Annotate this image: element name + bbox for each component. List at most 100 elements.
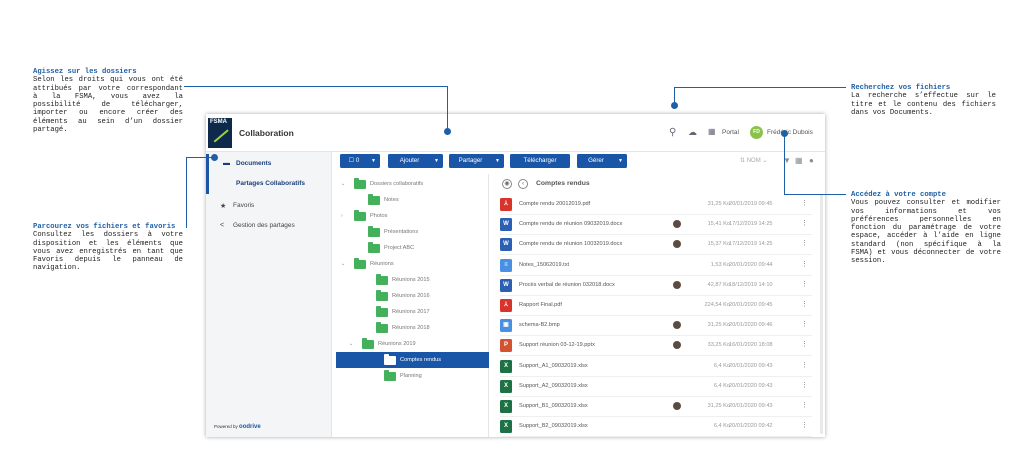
annotation-title: Parcourez vos fichiers et favoris xyxy=(33,223,176,231)
file-row[interactable]: X Support_B2_09032019.xlsx 6,4 Ko 20/01/202… xyxy=(500,416,812,437)
file-row[interactable]: X Support_B1_09032019.xlsx 31,25 Ko 20/01/2… xyxy=(500,396,812,417)
tree-item-label: Dossiers collaboratifs xyxy=(370,181,424,187)
search-icon[interactable]: ⚲ xyxy=(669,127,676,138)
more-options-icon[interactable]: ⋮ xyxy=(801,361,808,369)
file-size: 31,25 Ko xyxy=(707,322,730,329)
more-options-icon[interactable]: ⋮ xyxy=(801,401,808,409)
more-options-icon[interactable]: ⋮ xyxy=(801,280,808,288)
file-date: 20/01/2020 09:43 xyxy=(729,382,773,389)
file-name[interactable]: Compte rendu de réunion 10032019.docx xyxy=(519,241,622,247)
tree-item[interactable]: ⌄ Réunions 2019 xyxy=(336,336,489,352)
file-name[interactable]: Support_A2_09032019.xlsx xyxy=(519,383,588,389)
tree-item[interactable]: ⌄ Dossiers collaboratifs xyxy=(336,176,489,192)
file-row[interactable]: X Support_A2_09032019.xlsx 6,4 Ko 20/01/202… xyxy=(500,376,812,397)
file-date: 16/01/2020 18:08 xyxy=(729,342,773,349)
star-icon: ★ xyxy=(220,203,227,210)
manage-button[interactable]: Gérer ▼ xyxy=(577,154,627,168)
chevron-icon[interactable]: › xyxy=(341,213,343,219)
avatar[interactable]: FD xyxy=(750,126,763,139)
callout-dot xyxy=(671,102,678,109)
tree-item[interactable]: Planning xyxy=(336,368,489,384)
tree-item[interactable]: Réunions 2018 xyxy=(336,320,489,336)
tree-item[interactable]: Réunions 2016 xyxy=(336,288,489,304)
file-row[interactable]: W Procès verbal de réunion 032018.docx 42,… xyxy=(500,275,812,296)
sidebar-item-favoris[interactable]: ★ Favoris xyxy=(206,196,332,216)
more-options-icon[interactable]: ⋮ xyxy=(801,340,808,348)
more-options-icon[interactable]: ⋮ xyxy=(801,300,808,308)
select-all-button[interactable]: ☐ 0 ▼ xyxy=(340,154,380,168)
pdf-file-icon: ⅄ xyxy=(500,198,512,211)
file-row[interactable]: ⅄ Compte rendu 20012019.pdf 31,25 Ko 20/01/… xyxy=(500,194,812,215)
callout-line xyxy=(447,86,448,130)
share-button[interactable]: Partager ▼ xyxy=(449,154,504,168)
file-row[interactable]: W Compte rendu de réunion 10032019.docx 15… xyxy=(500,234,812,256)
portal-link[interactable]: Portal xyxy=(722,129,739,136)
sort-selector[interactable]: ⇅ NOM ⌄ xyxy=(740,157,767,164)
chevron-icon[interactable]: ⌄ xyxy=(341,261,345,267)
file-name[interactable]: Support_A1_09032019.xlsx xyxy=(519,363,588,369)
folder-icon xyxy=(354,210,366,221)
sidebar-item-documents[interactable]: ▬ Documents xyxy=(206,154,332,174)
file-size: 15,41 Ko xyxy=(707,221,730,228)
annotation-body: Consultez les dossiers à votre dispositi… xyxy=(33,231,183,273)
back-icon[interactable]: ‹ xyxy=(518,179,528,189)
more-options-icon[interactable]: ⋮ xyxy=(801,219,808,227)
more-options-icon[interactable]: ⋮ xyxy=(801,421,808,429)
callout-line xyxy=(674,87,675,103)
file-name[interactable]: Compte rendu de réunion 09032019.docx xyxy=(519,221,622,227)
grid-view-icon[interactable]: ▦ xyxy=(795,156,803,165)
file-row[interactable]: ▣ schema-B2.bmp 31,25 Ko 20/01/2020 09:46 ⋮ xyxy=(500,315,812,337)
tree-item[interactable]: Comptes rendus xyxy=(336,352,489,368)
annotation-title: Recherchez vos fichiers xyxy=(851,84,951,92)
owner-avatar xyxy=(673,220,681,229)
file-name[interactable]: Compte rendu 20012019.pdf xyxy=(519,201,590,207)
tree-item-label: Réunions 2018 xyxy=(392,325,430,331)
tree-item[interactable]: Project ABC xyxy=(336,240,489,256)
more-options-icon[interactable]: ⋮ xyxy=(801,381,808,389)
tree-item[interactable]: Réunions 2015 xyxy=(336,272,489,288)
more-options-icon[interactable]: ⋮ xyxy=(801,239,808,247)
file-name[interactable]: schema-B2.bmp xyxy=(519,322,560,328)
file-row[interactable]: X Support_A1_09032019.xlsx 6,4 Ko 20/01/202… xyxy=(500,356,812,377)
annotation-body: Vous pouvez consulter et modifier vos in… xyxy=(851,199,1001,266)
apps-grid-icon[interactable]: ▦ xyxy=(708,127,716,136)
file-name[interactable]: Support réunion 03-12-19.pptx xyxy=(519,342,595,348)
more-options-icon[interactable]: ⋮ xyxy=(801,199,808,207)
tree-item[interactable]: Notes xyxy=(336,192,489,208)
powered-by: Powered by oodrive xyxy=(214,424,261,430)
chevron-icon[interactable]: ⌄ xyxy=(341,181,345,187)
more-options-icon[interactable]: ⋮ xyxy=(801,320,808,328)
download-button[interactable]: Télécharger xyxy=(510,154,570,168)
file-row[interactable]: ⅄ Rapport Final.pdf 224,54 Ko 20/01/2020 09… xyxy=(500,295,812,316)
file-row[interactable]: P Support réunion 03-12-19.pptx 33,25 Ko 16… xyxy=(500,335,812,357)
cloud-upload-icon[interactable]: ☁ xyxy=(688,127,697,138)
chevron-icon[interactable]: ⌄ xyxy=(349,341,353,347)
scrollbar[interactable] xyxy=(820,194,823,434)
info-icon[interactable]: ● xyxy=(809,156,814,165)
more-options-icon[interactable]: ⋮ xyxy=(801,260,808,268)
chevron-down-icon: ▼ xyxy=(434,158,439,164)
file-size: 6,4 Ko xyxy=(713,423,730,430)
file-row[interactable]: W Compte rendu de réunion 09032019.docx 15… xyxy=(500,214,812,236)
sidebar-item-partages[interactable]: Partages Collaboratifs xyxy=(206,174,332,194)
file-name[interactable]: Notes_15062019.txt xyxy=(519,262,569,268)
file-row[interactable]: ≡ Notes_15062019.txt 1,53 Ko 20/01/2020 09:… xyxy=(500,255,812,276)
file-name[interactable]: Procès verbal de réunion 032018.docx xyxy=(519,282,615,288)
txt-file-icon: ≡ xyxy=(500,258,512,272)
file-name[interactable]: Support_B2_09032019.xlsx xyxy=(519,423,588,429)
tree-item[interactable]: ⌄ Réunions xyxy=(336,256,489,272)
tree-item[interactable]: › Photos xyxy=(336,208,489,224)
tree-item-label: Comptes rendus xyxy=(400,357,442,363)
file-name[interactable]: Support_B1_09032019.xlsx xyxy=(519,403,588,409)
file-name[interactable]: Rapport Final.pdf xyxy=(519,302,562,308)
tree-item[interactable]: Réunions 2017 xyxy=(336,304,489,320)
sidebar-item-gestion[interactable]: < Gestion des partages xyxy=(206,216,332,236)
up-level-icon[interactable]: ◉ xyxy=(502,179,512,189)
add-button[interactable]: Ajouter ▼ xyxy=(388,154,443,168)
file-size: 33,25 Ko xyxy=(707,342,730,349)
user-name[interactable]: Frédéric Dubois xyxy=(767,129,813,136)
file-size: 31,25 Ko xyxy=(707,201,730,207)
tree-item-label: Présentations xyxy=(384,229,419,235)
tree-item[interactable]: Présentations xyxy=(336,224,489,240)
sidebar-item-label: Gestion des partages xyxy=(233,222,295,229)
